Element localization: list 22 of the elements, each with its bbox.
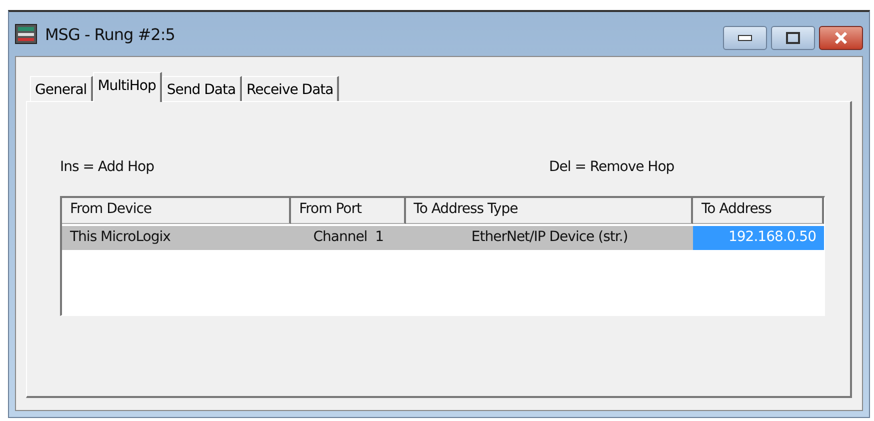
column-header[interactable]: From Device — [62, 198, 292, 224]
maximize-icon — [786, 32, 800, 44]
table-cell[interactable]: EtherNet/IP Device (str.) — [406, 226, 694, 250]
remove-hop-hint: Del = Remove Hop — [549, 159, 674, 177]
maximize-button[interactable] — [771, 26, 815, 50]
column-header[interactable]: To Address — [693, 198, 824, 224]
tab[interactable]: Send Data — [162, 76, 242, 101]
selected-row[interactable]: This MicroLogix Channel 1 EtherNet/IP Device (str.) 192.168.0.50 — [62, 226, 824, 250]
close-button[interactable] — [819, 26, 863, 50]
minimize-button[interactable] — [723, 26, 767, 50]
window-title: MSG - Rung #2:5 — [45, 24, 176, 44]
tab[interactable]: MultiHop — [92, 72, 162, 102]
minimize-icon — [738, 35, 752, 41]
tab[interactable]: General — [30, 76, 93, 101]
add-hop-hint: Ins = Add Hop — [60, 159, 155, 177]
table-cell[interactable]: Channel 1 — [291, 226, 406, 250]
column-header[interactable]: From Port — [291, 198, 406, 224]
app-icon — [15, 24, 37, 44]
column-header[interactable]: To Address Type — [406, 198, 694, 224]
tab[interactable]: Receive Data — [242, 76, 340, 101]
close-icon — [834, 32, 848, 44]
table-cell[interactable]: This MicroLogix — [62, 226, 292, 250]
